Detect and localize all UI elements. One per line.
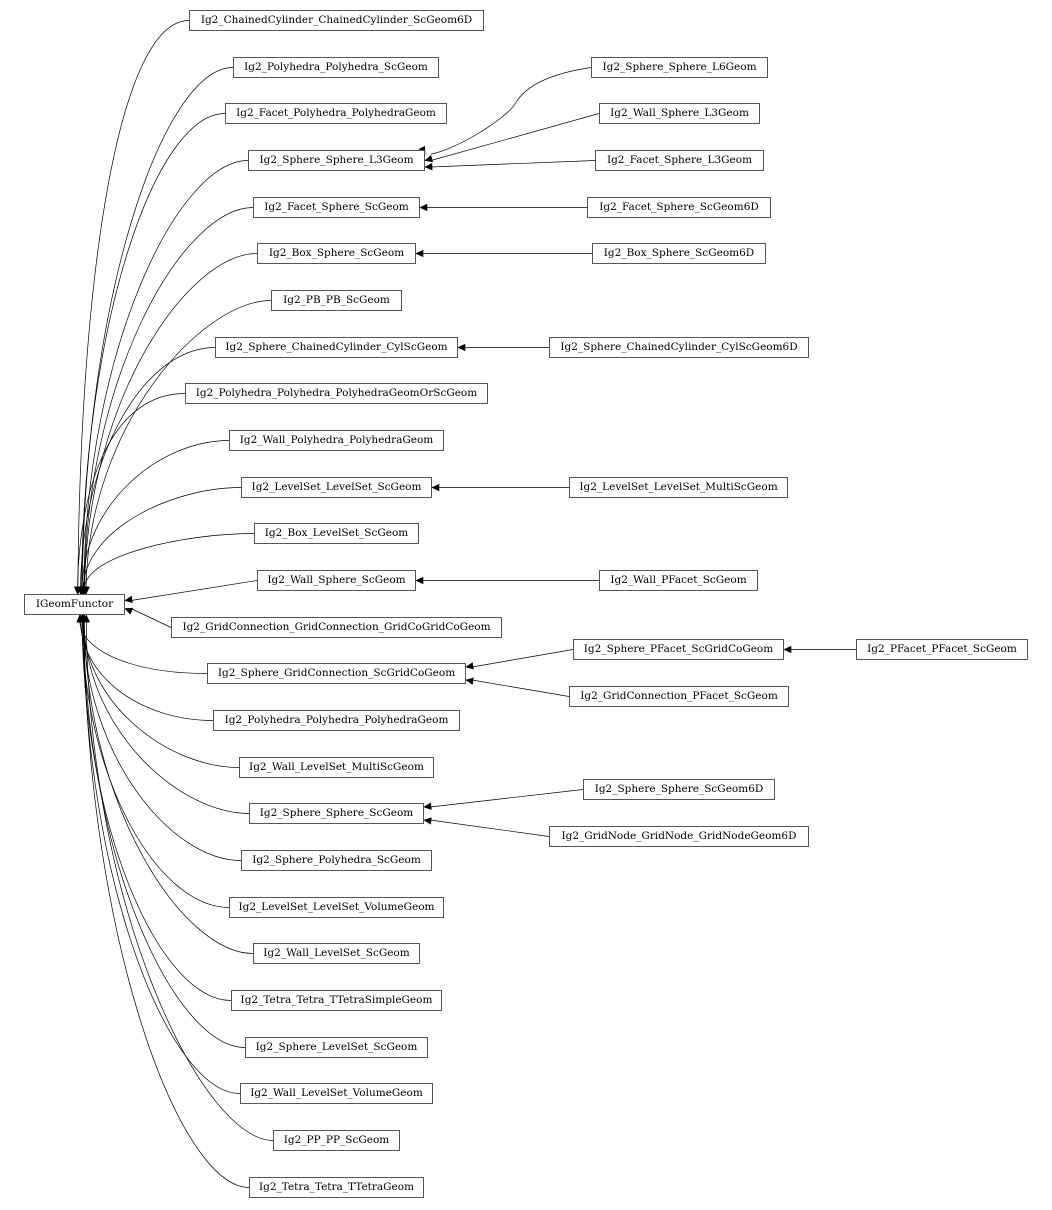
arrowhead (124, 595, 133, 604)
node[interactable]: Ig2_Polyhedra_Polyhedra_ScGeom (233, 57, 439, 78)
edge-m9-to-n15 (471, 649, 574, 668)
inheritance-diagram: IGeomFunctor Ig2_ChainedCylinder_Chained… (0, 0, 1052, 1210)
arrowhead (783, 645, 792, 654)
node[interactable]: Ig2_Facet_Polyhedra_PolyhedraGeom (225, 103, 447, 124)
node[interactable]: Ig2_PB_PB_ScGeom (271, 290, 402, 311)
node[interactable]: Ig2_GridConnection_PFacet_ScGeom (569, 686, 789, 707)
node[interactable]: Ig2_LevelSet_LevelSet_VolumeGeom (229, 897, 444, 918)
edge-m11-to-n18 (429, 789, 584, 808)
node[interactable]: Ig2_Sphere_Polyhedra_ScGeom (241, 850, 432, 871)
node[interactable]: Ig2_Sphere_Sphere_ScGeom6D (583, 779, 775, 800)
edge-n17-to-root (82, 620, 240, 768)
node[interactable]: Ig2_Polyhedra_Polyhedra_PolyhedraGeom (213, 710, 460, 731)
edge-n11-to-root (82, 487, 242, 589)
node[interactable]: Ig2_Wall_LevelSet_VolumeGeom (240, 1083, 433, 1104)
node[interactable]: Ig2_Wall_PFacet_ScGeom (599, 570, 758, 591)
edge-n13-to-root (130, 580, 258, 601)
node[interactable]: Ig2_Tetra_Tetra_TTetraGeom (249, 1177, 424, 1198)
arrowhead (415, 576, 424, 585)
edge-n24-to-root (82, 620, 241, 1094)
edge-layer (73, 20, 856, 1188)
node[interactable]: Ig2_Wall_Sphere_L3Geom (599, 103, 760, 124)
arrowhead (423, 817, 432, 825)
node[interactable]: Ig2_Wall_Sphere_ScGeom (257, 570, 416, 591)
arrowhead (465, 677, 474, 685)
node[interactable]: Ig2_Facet_Sphere_ScGeom6D (587, 197, 771, 218)
node[interactable]: Ig2_Sphere_ChainedCylinder_CylScGeom (215, 337, 458, 358)
node[interactable]: Ig2_Sphere_ChainedCylinder_CylScGeom6D (549, 337, 809, 358)
edge-m1-to-n4 (430, 67, 592, 155)
edge-m10-to-n15 (471, 679, 570, 697)
node[interactable]: Ig2_Sphere_LevelSet_ScGeom (245, 1037, 428, 1058)
node[interactable]: Ig2_Facet_Sphere_L3Geom (595, 150, 764, 171)
edge-m2-to-n4 (430, 113, 600, 161)
edge-n23-to-root (83, 620, 246, 1048)
node[interactable]: Ig2_Sphere_Sphere_ScGeom (249, 803, 424, 824)
arrowhead (423, 802, 432, 810)
edge-n2-to-root (81, 67, 234, 589)
node[interactable]: Ig2_PP_PP_ScGeom (273, 1130, 400, 1151)
arrowhead (424, 155, 434, 163)
edge-n10-to-root (81, 440, 230, 589)
arrowhead (424, 163, 433, 171)
node[interactable]: Ig2_Box_Sphere_ScGeom (257, 243, 416, 264)
edge-n1-to-root (77, 20, 190, 589)
edge-n3-to-root (81, 113, 226, 589)
arrowhead (431, 483, 440, 492)
edge-n14-to-root (130, 608, 172, 628)
node[interactable]: Ig2_LevelSet_LevelSet_MultiScGeom (569, 477, 788, 498)
edge-n26-to-root (83, 620, 250, 1188)
node[interactable]: Ig2_Sphere_Sphere_L6Geom (591, 57, 768, 78)
node[interactable]: Ig2_Sphere_GridConnection_ScGridCoGeom (207, 663, 466, 684)
node[interactable]: Ig2_Sphere_PFacet_ScGridCoGeom (573, 639, 784, 660)
node[interactable]: Ig2_Box_LevelSet_ScGeom (254, 523, 419, 544)
node[interactable]: Ig2_ChainedCylinder_ChainedCylinder_ScGe… (189, 10, 484, 31)
arrowhead (419, 203, 428, 212)
node[interactable]: Ig2_GridNode_GridNode_GridNodeGeom6D (549, 826, 809, 847)
node[interactable]: Ig2_Wall_LevelSet_MultiScGeom (239, 757, 434, 778)
node[interactable]: Ig2_Facet_Sphere_ScGeom (253, 197, 420, 218)
node[interactable]: Ig2_Polyhedra_Polyhedra_PolyhedraGeomOrS… (185, 383, 488, 404)
node[interactable]: Ig2_GridConnection_GridConnection_GridCo… (171, 617, 502, 638)
edge-n4-to-root (83, 160, 249, 589)
node[interactable]: Ig2_LevelSet_LevelSet_ScGeom (241, 477, 432, 498)
arrowhead (124, 607, 134, 615)
edge-m12-to-n18 (429, 819, 550, 837)
node[interactable]: Ig2_Wall_Polyhedra_PolyhedraGeom (229, 430, 444, 451)
edge-n25-to-root (85, 620, 274, 1141)
edge-n12-to-root (84, 533, 255, 589)
node[interactable]: Ig2_Wall_LevelSet_ScGeom (253, 943, 420, 964)
arrowhead (465, 662, 474, 670)
edge-m3-to-n4 (430, 160, 596, 168)
arrowhead (415, 249, 424, 258)
node[interactable]: Ig2_Sphere_Sphere_L3Geom (248, 150, 425, 171)
edge-n9-to-root (77, 393, 186, 589)
node-igeomfunctor[interactable]: IGeomFunctor (24, 594, 125, 615)
arrowhead (457, 343, 466, 352)
node[interactable]: Ig2_Tetra_Tetra_TTetraSimpleGeom (231, 990, 442, 1011)
node[interactable]: Ig2_PFacet_PFacet_ScGeom (856, 639, 1028, 660)
node[interactable]: Ig2_Box_Sphere_ScGeom6D (592, 243, 766, 264)
